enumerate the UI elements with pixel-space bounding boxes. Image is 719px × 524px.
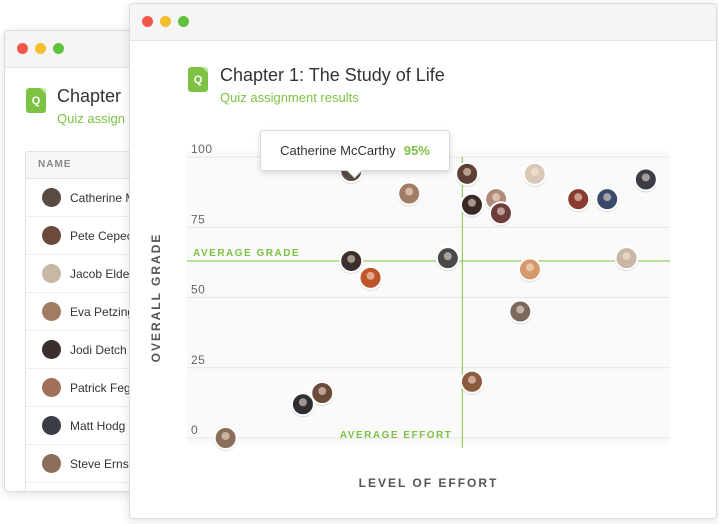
- student-name: Eva Petzing: [70, 304, 135, 319]
- data-point-face: [443, 252, 452, 261]
- avatar: [42, 454, 61, 473]
- maximize-dot[interactable]: [53, 43, 64, 54]
- y-tick-label: 100: [191, 142, 213, 156]
- avatar: [42, 416, 61, 435]
- data-point-face: [641, 173, 650, 182]
- student-name: Jodi Detch: [70, 342, 127, 357]
- avatar: [42, 188, 61, 207]
- tooltip-grade: 95%: [403, 143, 430, 158]
- data-point-face: [574, 193, 583, 202]
- data-point-face: [347, 254, 356, 263]
- average-effort-label: AVERAGE EFFORT: [340, 430, 452, 441]
- data-point-face: [318, 387, 327, 396]
- average-grade-label: AVERAGE GRADE: [193, 248, 300, 259]
- y-tick-label: 75: [191, 212, 205, 226]
- data-point-face: [298, 398, 307, 407]
- quiz-badge-icon: Q: [26, 88, 46, 113]
- y-tick-label: 50: [191, 283, 205, 297]
- data-point-face: [492, 193, 501, 202]
- student-name: Matt Hodg: [70, 418, 126, 433]
- student-name: Jacob Elde: [70, 266, 130, 281]
- x-axis-label: LEVEL OF EFFORT: [359, 476, 499, 490]
- avatar: [42, 302, 61, 321]
- data-point-face: [405, 187, 414, 196]
- y-axis-label: OVERALL GRADE: [149, 233, 163, 363]
- data-point-face: [496, 207, 505, 216]
- student-tooltip: Catherine McCarthy 95%: [260, 130, 450, 171]
- y-tick-label: 0: [191, 423, 198, 437]
- front-window: Q Chapter 1: The Study of Life Quiz assi…: [129, 3, 717, 519]
- y-tick-label: 25: [191, 353, 205, 367]
- data-point-face: [463, 167, 472, 176]
- data-point-face: [467, 375, 476, 384]
- avatar: [42, 226, 61, 245]
- close-dot[interactable]: [17, 43, 28, 54]
- avatar: [42, 264, 61, 283]
- avatar: [42, 340, 61, 359]
- student-name: Catherine M: [70, 190, 136, 205]
- student-name: Patrick Feg: [70, 380, 131, 395]
- avatar: [42, 378, 61, 397]
- back-page-title: Chapter: [57, 86, 122, 106]
- data-point-face: [530, 167, 539, 176]
- data-point-face: [525, 263, 534, 272]
- scatter-chart: 100 75 50 25 0 AVERAGE GRADE AVERAGE EFFORT OVE…: [149, 142, 670, 490]
- data-point-face: [221, 432, 230, 440]
- student-name: Pete Cepec: [70, 228, 133, 243]
- tooltip-student-name: Catherine McCarthy: [280, 143, 396, 158]
- data-point-face: [366, 271, 375, 280]
- data-point-face: [467, 198, 476, 207]
- data-point-face: [622, 252, 631, 261]
- minimize-dot[interactable]: [35, 43, 46, 54]
- student-name: Steve Erns: [70, 456, 129, 471]
- data-point-face: [516, 305, 525, 314]
- data-point-face: [603, 193, 612, 202]
- back-page-subtitle: Quiz assign: [57, 111, 125, 126]
